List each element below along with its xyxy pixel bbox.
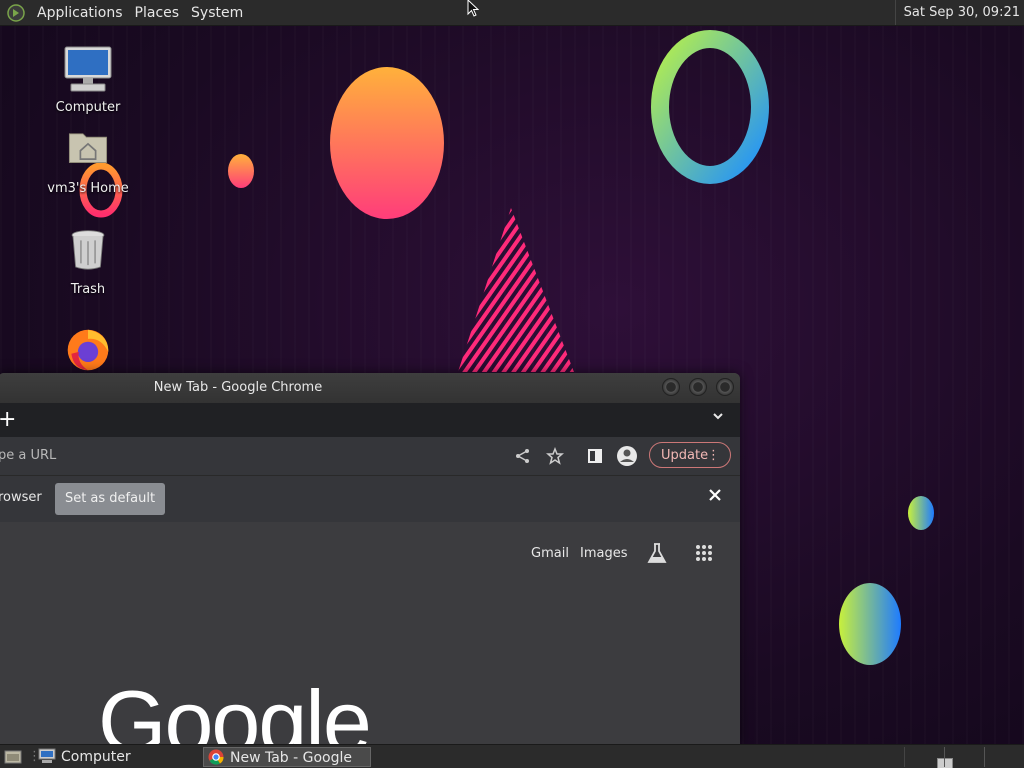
desktop-icon-firefox[interactable] xyxy=(38,326,138,378)
taskbar-label: New Tab - Google C... xyxy=(230,750,353,766)
infobar-close-icon[interactable] xyxy=(708,488,722,502)
mouse-cursor-icon xyxy=(467,0,479,17)
striped-triangle xyxy=(458,208,574,372)
home-folder-icon xyxy=(68,133,108,163)
gradient-ring xyxy=(651,30,769,184)
desktop-icon-label: Trash xyxy=(70,282,106,297)
show-desktop-icon[interactable] xyxy=(4,749,22,765)
kebab-menu-icon[interactable]: ⋮ xyxy=(707,443,720,469)
desktop-icon-label: Computer xyxy=(55,100,121,115)
update-button[interactable]: Update ⋮ xyxy=(649,442,731,468)
computer-icon xyxy=(64,46,112,92)
omnibox-input[interactable]: pe a URL xyxy=(0,437,56,475)
default-browser-infobar: rowser Set as default xyxy=(0,476,740,523)
menu-applications[interactable]: Applications xyxy=(31,5,129,21)
taskbar-label: Computer xyxy=(61,749,131,765)
orange-ellipse-small xyxy=(228,154,254,188)
window-title: New Tab - Google Chrome xyxy=(153,380,323,395)
desktop-icon-home[interactable]: vm3's Home xyxy=(38,127,138,196)
distro-logo-icon[interactable] xyxy=(7,3,25,22)
minimize-button[interactable] xyxy=(662,378,680,396)
gradient-blob-small xyxy=(908,496,934,530)
workspace-3[interactable] xyxy=(984,747,1024,767)
desktop-icon-computer[interactable]: Computer xyxy=(38,44,138,115)
chrome-icon xyxy=(208,749,224,765)
window-titlebar[interactable]: New Tab - Google Chrome xyxy=(0,373,740,403)
profile-avatar-icon[interactable] xyxy=(616,445,638,467)
share-icon[interactable] xyxy=(514,447,532,465)
trash-icon xyxy=(71,230,105,270)
browser-toolbar: pe a URL Update ⋮ xyxy=(0,437,740,476)
gradient-blob-large xyxy=(839,583,901,665)
google-logo: Google xyxy=(98,672,372,746)
workspace-1[interactable] xyxy=(904,747,953,768)
side-panel-icon[interactable] xyxy=(586,447,604,465)
clock[interactable]: Sat Sep 30, 09:21 xyxy=(894,0,1020,25)
new-tab-page: Gmail Images Google xyxy=(0,522,740,745)
maximize-button[interactable] xyxy=(689,378,707,396)
labs-flask-icon[interactable] xyxy=(647,542,667,564)
update-label: Update xyxy=(661,448,709,463)
taskbar-item-chrome[interactable]: New Tab - Google C... xyxy=(203,747,371,767)
new-tab-button[interactable]: + xyxy=(0,407,16,432)
apps-grid-icon[interactable] xyxy=(695,544,713,562)
close-button[interactable] xyxy=(716,378,734,396)
tab-search-chevron-icon[interactable] xyxy=(712,410,724,422)
menu-places[interactable]: Places xyxy=(129,5,186,21)
orange-ellipse-large xyxy=(330,67,444,219)
firefox-icon xyxy=(67,329,109,371)
images-link[interactable]: Images xyxy=(580,546,628,561)
menu-system[interactable]: System xyxy=(185,5,249,21)
gmail-link[interactable]: Gmail xyxy=(531,546,569,561)
chrome-window: New Tab - Google Chrome + pe a URL Updat… xyxy=(0,373,740,745)
top-panel: Applications Places System Sat Sep 30, 0… xyxy=(0,0,1024,26)
infobar-message: rowser xyxy=(0,490,42,505)
set-as-default-button[interactable]: Set as default xyxy=(55,483,165,515)
bookmark-star-icon[interactable] xyxy=(546,447,564,465)
tab-strip: + xyxy=(0,403,740,437)
bottom-panel: ⋮ Computer New Tab - Google C... xyxy=(0,744,1024,768)
taskbar-item-computer[interactable]: Computer xyxy=(38,747,198,767)
desktop-icon-trash[interactable]: Trash xyxy=(38,228,138,297)
computer-icon xyxy=(38,748,56,763)
workspace-2[interactable] xyxy=(944,747,985,767)
desktop-icon-label: vm3's Home xyxy=(47,181,129,196)
